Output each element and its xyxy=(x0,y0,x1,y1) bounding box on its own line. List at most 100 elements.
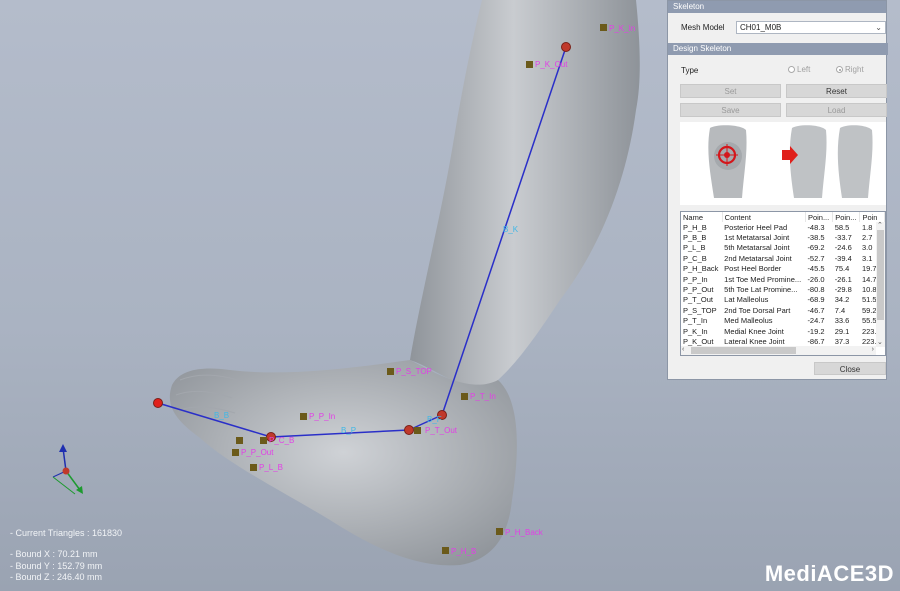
joint-ankle-out xyxy=(404,425,414,435)
table-cell: P_T_In xyxy=(683,316,708,326)
table-cell: 33.6 xyxy=(834,316,850,326)
radio-right[interactable]: Right xyxy=(836,65,864,74)
close-button[interactable]: Close xyxy=(814,362,886,375)
mediace3d-logo: MediACE3D xyxy=(764,561,894,586)
landmark-label-h-back: P_H_Back xyxy=(505,528,544,537)
load-button[interactable]: Load xyxy=(786,103,887,117)
col-content[interactable]: Content xyxy=(722,212,806,222)
table-cell: Med Malleolus xyxy=(724,316,773,326)
table-cell: P_P_Out xyxy=(683,285,714,295)
table-cell: 2nd Toe Dorsal Part xyxy=(724,305,791,315)
joint-knee xyxy=(561,42,571,52)
table-cell: P_P_In xyxy=(683,274,708,284)
table-cell: 7.4 xyxy=(834,305,846,315)
table-cell: -80.8 xyxy=(807,285,825,295)
table-cell: 5th Toe Lat Promine... xyxy=(724,285,798,295)
col-point-x[interactable]: Poin... xyxy=(805,212,834,222)
mesh-model-select[interactable]: CH01_M0B ⌄ xyxy=(736,21,886,34)
table-row[interactable]: P_T_Out Lat Malleolus -68.9 34.2 51.5 xyxy=(681,295,885,305)
table-cell: -69.2 xyxy=(807,243,825,253)
table-row[interactable]: P_P_Out 5th Toe Lat Promine... -80.8 -29.8 1… xyxy=(681,284,885,294)
table-cell: P_K_In xyxy=(683,326,708,336)
table-cell: -26.0 xyxy=(807,274,825,284)
table-cell: Medial Knee Joint xyxy=(724,326,784,336)
table-row[interactable]: P_P_In 1st Toe Med Promine... -26.0 -26.1 14… xyxy=(681,274,885,284)
table-cell: 75.4 xyxy=(834,264,850,274)
table-cell: P_B_B xyxy=(683,233,707,243)
table-cell: -33.7 xyxy=(834,233,852,243)
landmark-label-h-b: P_H_B xyxy=(451,547,476,556)
table-row[interactable]: P_S_TOP 2nd Toe Dorsal Part -46.7 7.4 59.2 xyxy=(681,305,885,315)
table-row[interactable]: P_B_B 1st Metatarsal Joint -38.5 -33.7 2.7 xyxy=(681,232,885,242)
table-cell: 2nd Metatarsal Joint xyxy=(724,253,792,263)
table-cell: -19.2 xyxy=(807,326,825,336)
reset-button[interactable]: Reset xyxy=(786,84,887,98)
table-cell: 29.1 xyxy=(834,326,850,336)
radio-left-dot xyxy=(788,66,795,73)
skeleton-panel: Skeleton Mesh Model CH01_M0B ⌄ Design Sk… xyxy=(667,0,888,380)
table-cell: 1st Toe Med Promine... xyxy=(724,274,802,284)
info-bounds: - Bound X : 70.21 mm - Bound Y : 152.79 … xyxy=(10,549,102,584)
segment-label-bk: B_K xyxy=(503,225,519,234)
table-vertical-scrollbar[interactable]: ⌃ ⌄ xyxy=(876,222,885,347)
foot-mesh xyxy=(169,360,517,566)
landmark-label-k-out: P_K_Out xyxy=(535,60,568,69)
landmark-label-c-b: P_C_B xyxy=(269,436,294,445)
table-cell: -29.8 xyxy=(834,285,852,295)
table-row[interactable]: P_H_Back Post Heel Border -45.5 75.4 19.7 xyxy=(681,264,885,274)
radio-right-dot xyxy=(836,66,843,73)
landmark-label-p-out: P_P_Out xyxy=(241,448,274,457)
table-horizontal-scrollbar[interactable]: ‹ › xyxy=(681,346,876,355)
table-row[interactable]: P_L_B 5th Metatarsal Joint -69.2 -24.6 3.0 xyxy=(681,243,885,253)
design-skeleton-title: Design Skeleton xyxy=(668,43,888,55)
table-cell: -24.6 xyxy=(834,243,852,253)
radio-left[interactable]: Left xyxy=(788,65,810,74)
table-row[interactable]: P_C_B 2nd Metatarsal Joint -52.7 -39.4 3.1 xyxy=(681,253,885,263)
leg-mesh xyxy=(410,0,640,387)
table-cell: P_T_Out xyxy=(683,295,714,305)
col-name[interactable]: Name xyxy=(681,212,723,222)
bound-x-readout: - Bound X : 70.21 mm xyxy=(10,549,98,559)
table-cell: 5th Metatarsal Joint xyxy=(724,243,790,253)
table-cell: P_S_TOP xyxy=(683,305,717,315)
landmark-label-t-out: P_T_Out xyxy=(425,426,458,435)
landmark-label-t-in: P_T_In xyxy=(470,392,496,401)
panel-title: Skeleton xyxy=(668,1,886,13)
table-cell: Post Heel Border xyxy=(724,264,782,274)
table-cell: -52.7 xyxy=(807,253,825,263)
table-cell: -26.1 xyxy=(834,274,852,284)
table-cell: P_H_Back xyxy=(683,264,719,274)
set-button[interactable]: Set xyxy=(680,84,781,98)
save-button[interactable]: Save xyxy=(680,103,781,117)
mesh-model-value: CH01_M0B xyxy=(740,23,782,32)
landmark-preview-image xyxy=(680,122,886,205)
segment-label-bb: B_B xyxy=(214,411,229,420)
table-row[interactable]: P_T_In Med Malleolus -24.7 33.6 55.5 xyxy=(681,316,885,326)
table-cell: -46.7 xyxy=(807,305,825,315)
table-row[interactable]: P_H_B Posterior Heel Pad -48.3 58.5 1.8 xyxy=(681,222,885,232)
table-cell: -24.7 xyxy=(807,316,825,326)
table-cell: -48.3 xyxy=(807,222,825,232)
table-row[interactable]: P_K_In Medial Knee Joint -19.2 29.1 223. xyxy=(681,326,885,336)
table-cell: -68.9 xyxy=(807,295,825,305)
table-header-row: Name Content Poin... Poin... Poin xyxy=(681,212,885,222)
table-cell: 34.2 xyxy=(834,295,850,305)
landmark-table[interactable]: Name Content Poin... Poin... Poin P_H_B P… xyxy=(680,211,886,356)
table-cell: Lat Malleolus xyxy=(724,295,769,305)
table-cell: -38.5 xyxy=(807,233,825,243)
table-cell: -45.5 xyxy=(807,264,825,274)
info-triangles: - Current Triangles : 161830 xyxy=(10,528,122,540)
landmark-label-p-in: P_P_In xyxy=(309,412,335,421)
bound-y-readout: - Bound Y : 152.79 mm xyxy=(10,560,103,571)
axis-gizmo xyxy=(52,444,83,495)
table-cell: 58.5 xyxy=(834,222,850,232)
col-point-y[interactable]: Poin... xyxy=(832,212,861,222)
table-cell: -39.4 xyxy=(834,253,852,263)
landmark-label-l-b: P_L_B xyxy=(259,463,283,472)
type-label: Type xyxy=(681,66,699,75)
table-cell: 1st Metatarsal Joint xyxy=(724,233,790,243)
table-cell: P_C_B xyxy=(683,253,707,263)
bound-z-readout: - Bound Z : 246.40 mm xyxy=(10,572,103,582)
joint-toe xyxy=(153,398,163,408)
col-point-z[interactable]: Poin xyxy=(859,212,885,222)
